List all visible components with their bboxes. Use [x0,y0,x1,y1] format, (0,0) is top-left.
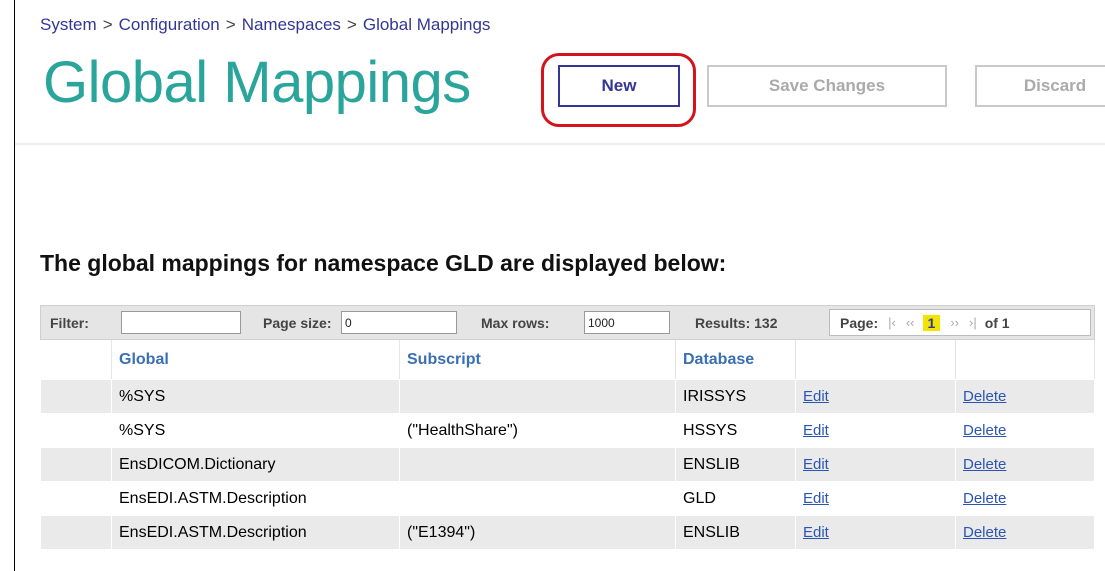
delete-cell: Delete [955,413,1095,448]
header-divider [15,143,1105,145]
breadcrumb: System > Configuration > Namespaces > Global M… [40,15,490,35]
edit-link[interactable]: Edit [803,490,829,507]
delete-link[interactable]: Delete [963,490,1006,507]
current-page[interactable]: 1 [922,314,941,331]
cell-subscript [399,481,676,516]
delete-cell: Delete [955,515,1095,550]
delete-cell: Delete [955,379,1095,414]
page-title: Global Mappings [43,50,471,115]
cell-database: HSSYS [675,413,796,448]
page-total: of 1 [984,314,1010,331]
cell-database: GLD [675,481,796,516]
column-header-delete [955,340,1095,380]
max-rows-input[interactable] [584,311,670,334]
edit-cell: Edit [795,481,956,516]
delete-link[interactable]: Delete [963,456,1006,473]
save-changes-button[interactable]: Save Changes [707,65,947,107]
delete-cell: Delete [955,447,1095,482]
prev-page-icon[interactable]: ‹‹ [906,315,915,330]
next-page-icon[interactable]: ›› [950,315,959,330]
cell-database: IRISSYS [675,379,796,414]
breadcrumb-separator: > [225,15,236,34]
filter-label: Filter: [50,315,89,331]
table-row: %SYS ("HealthShare") HSSYS Edit Delete [40,413,1095,448]
cell-subscript: ("HealthShare") [399,413,676,448]
row-spacer [40,413,112,448]
breadcrumb-item-configuration[interactable]: Configuration [119,15,220,34]
cell-global: EnsEDI.ASTM.Description [111,481,400,516]
page-size-input[interactable] [341,311,457,334]
edit-cell: Edit [795,515,956,550]
cell-global: %SYS [111,413,400,448]
table-row: %SYS IRISSYS Edit Delete [40,379,1095,414]
filter-toolbar: Filter: Page size: Max rows: Results: 13… [40,305,1095,340]
cell-global: EnsEDI.ASTM.Description [111,515,400,550]
table-row: EnsDICOM.Dictionary ENSLIB Edit Delete [40,447,1095,482]
breadcrumb-separator: > [346,15,357,34]
new-button[interactable]: New [558,65,680,107]
row-spacer [40,481,112,516]
row-spacer [40,515,112,550]
mappings-table: Global Subscript Database %SYS IRISSYS E… [40,340,1095,550]
column-header-blank [40,340,112,380]
row-spacer [40,447,112,482]
edit-link[interactable]: Edit [803,422,829,439]
delete-link[interactable]: Delete [963,388,1006,405]
breadcrumb-item-namespaces[interactable]: Namespaces [242,15,341,34]
page-size-label: Page size: [263,315,332,331]
filter-input[interactable] [121,311,241,334]
breadcrumb-separator: > [102,15,113,34]
table-row: EnsEDI.ASTM.Description GLD Edit Delete [40,481,1095,516]
column-header-edit [795,340,956,380]
cell-database: ENSLIB [675,515,796,550]
edit-link[interactable]: Edit [803,456,829,473]
cell-global: EnsDICOM.Dictionary [111,447,400,482]
breadcrumb-item-global-mappings[interactable]: Global Mappings [363,15,491,34]
table-row: EnsEDI.ASTM.Description ("E1394") ENSLIB… [40,515,1095,550]
edit-cell: Edit [795,379,956,414]
row-spacer [40,379,112,414]
edit-cell: Edit [795,447,956,482]
last-page-icon[interactable]: ›| [969,315,977,330]
cell-global: %SYS [111,379,400,414]
section-heading: The global mappings for namespace GLD ar… [40,250,727,276]
cell-database: ENSLIB [675,447,796,482]
column-header-database[interactable]: Database [675,340,796,380]
table-header-row: Global Subscript Database [40,340,1095,380]
frame-border [14,0,15,571]
cell-subscript [399,447,676,482]
results-count: Results: 132 [695,315,778,331]
max-rows-label: Max rows: [481,315,550,331]
delete-link[interactable]: Delete [963,524,1006,541]
pager: Page: |‹ ‹‹ 1 ›› ›| of 1 [829,309,1091,336]
column-header-subscript[interactable]: Subscript [399,340,676,380]
cell-subscript [399,379,676,414]
page-label: Page: [840,314,879,331]
discard-button[interactable]: Discard [975,65,1105,107]
breadcrumb-item-system[interactable]: System [40,15,97,34]
edit-link[interactable]: Edit [803,524,829,541]
edit-link[interactable]: Edit [803,388,829,405]
cell-subscript: ("E1394") [399,515,676,550]
column-header-global[interactable]: Global [111,340,400,380]
first-page-icon[interactable]: |‹ [888,315,896,330]
edit-cell: Edit [795,413,956,448]
delete-cell: Delete [955,481,1095,516]
delete-link[interactable]: Delete [963,422,1006,439]
